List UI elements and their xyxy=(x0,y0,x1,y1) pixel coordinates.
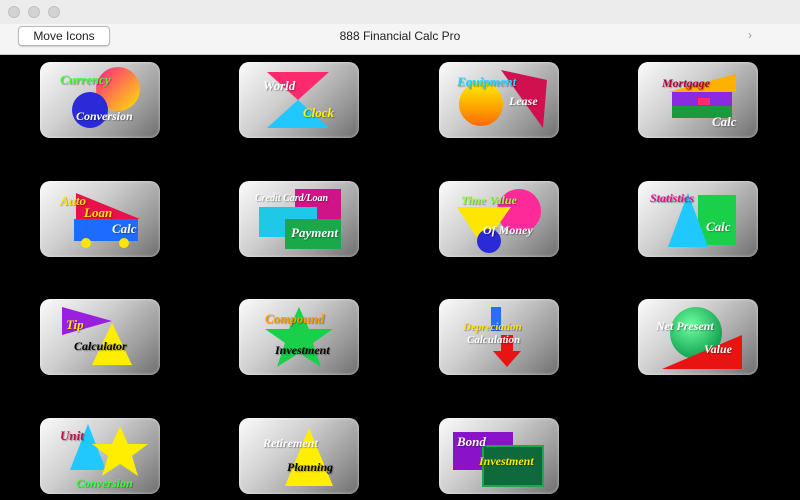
tile-time-value-of-money[interactable]: Time Value Of Money xyxy=(439,181,559,257)
tile-label: Clock xyxy=(303,105,335,120)
tile-label: Credit Card/Loan xyxy=(255,193,329,204)
tile-compound-investment[interactable]: Compound Investment xyxy=(239,299,359,375)
tile-label: Mortgage xyxy=(662,76,710,90)
tile-label: Currency xyxy=(60,72,111,87)
tile-label: Calc xyxy=(712,114,737,129)
tile-label: Investment xyxy=(275,343,330,357)
tile-statistics-calc[interactable]: Statistics Calc xyxy=(638,181,758,257)
tile-label: Tip xyxy=(66,317,84,332)
tile-credit-card-loan-payment[interactable]: Credit Card/Loan Payment xyxy=(239,181,359,257)
tile-label: Bond xyxy=(457,434,486,449)
world-clock-icon xyxy=(267,72,329,128)
tile-label: Depreciation xyxy=(463,321,522,333)
tile-label: Calculator xyxy=(74,339,127,353)
minimize-window-button[interactable] xyxy=(28,6,40,18)
tip-icon xyxy=(62,307,132,365)
tile-label: Investment xyxy=(479,454,534,468)
tile-world-clock[interactable]: World Clock xyxy=(239,62,359,138)
tile-label: Calculation xyxy=(467,334,521,346)
tile-label: Compound xyxy=(265,311,325,326)
retirement-icon xyxy=(285,428,333,486)
tile-label: Auto xyxy=(60,193,87,208)
tile-label: Value xyxy=(704,342,733,356)
tile-label: Lease xyxy=(509,94,538,108)
toolbar: Move Icons 888 Financial Calc Pro › xyxy=(0,24,800,55)
net-present-value-icon xyxy=(662,307,742,369)
tile-label: Net Present xyxy=(656,319,714,333)
chevron-right-icon[interactable]: › xyxy=(748,28,752,42)
move-icons-button[interactable]: Move Icons xyxy=(18,26,110,46)
tile-label: Time Value xyxy=(461,193,517,207)
tile-bond-investment[interactable]: Bond Investment xyxy=(439,418,559,494)
tile-equipment-lease[interactable]: Equipment Lease xyxy=(439,62,559,138)
tile-mortgage-calc[interactable]: Mortgage Calc xyxy=(638,62,758,138)
tile-label: Of Money xyxy=(483,223,533,237)
tile-label: World xyxy=(263,78,296,93)
mortgage-house-icon xyxy=(668,74,736,118)
tile-currency-conversion[interactable]: Currency Conversion xyxy=(40,62,160,138)
tile-depreciation-calculation[interactable]: Depreciation Calculation xyxy=(439,299,559,375)
tile-retirement-planning[interactable]: Retirement Planning xyxy=(239,418,359,494)
tile-label: Statistics xyxy=(650,191,695,205)
tile-label: Conversion xyxy=(76,476,133,490)
tile-label: Calc xyxy=(112,221,137,236)
window-title: 888 Financial Calc Pro xyxy=(339,29,461,43)
zoom-window-button[interactable] xyxy=(48,6,60,18)
tile-label: Planning xyxy=(287,460,334,474)
tile-label: Equipment xyxy=(457,74,517,89)
tile-label: Retirement xyxy=(263,436,318,450)
tile-label: Payment xyxy=(291,225,338,240)
tile-label: Calc xyxy=(706,219,731,234)
close-window-button[interactable] xyxy=(8,6,20,18)
tile-net-present-value[interactable]: Net Present Value xyxy=(638,299,758,375)
tile-label: Loan xyxy=(84,205,113,220)
icon-grid: Currency Conversion World Clock Equipmen… xyxy=(0,55,800,500)
tile-tip-calculator[interactable]: Tip Calculator xyxy=(40,299,160,375)
window-titlebar xyxy=(0,0,800,24)
tile-unit-conversion[interactable]: Unit Conversion xyxy=(40,418,160,494)
tile-label: Unit xyxy=(60,428,84,443)
tile-label: Conversion xyxy=(76,109,133,123)
tile-auto-loan-calc[interactable]: Auto Loan Calc xyxy=(40,181,160,257)
